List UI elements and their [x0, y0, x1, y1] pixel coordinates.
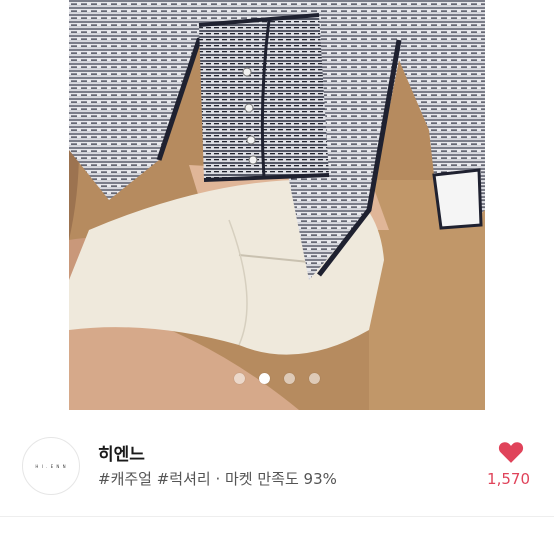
shop-logo-text: H I . E N N — [35, 463, 67, 469]
shop-tags: #캐주얼 #럭셔리 · 마켓 만족도 93% — [98, 470, 337, 488]
divider — [0, 516, 554, 517]
product-photo[interactable] — [69, 0, 485, 410]
like-count: 1,570 — [487, 470, 530, 488]
shop-info[interactable]: H I . E N N 히엔느 #캐주얼 #럭셔리 · 마켓 만족도 93% 1… — [0, 410, 554, 520]
shop-avatar[interactable]: H I . E N N — [22, 437, 80, 495]
carousel-dot[interactable] — [309, 373, 320, 384]
carousel-indicator — [69, 373, 485, 385]
shop-name[interactable]: 히엔느 — [98, 440, 145, 465]
product-image — [69, 0, 485, 410]
carousel-dot[interactable] — [234, 373, 245, 384]
carousel-dot-active[interactable] — [259, 373, 270, 384]
heart-icon[interactable] — [498, 440, 524, 464]
carousel-dot[interactable] — [284, 373, 295, 384]
